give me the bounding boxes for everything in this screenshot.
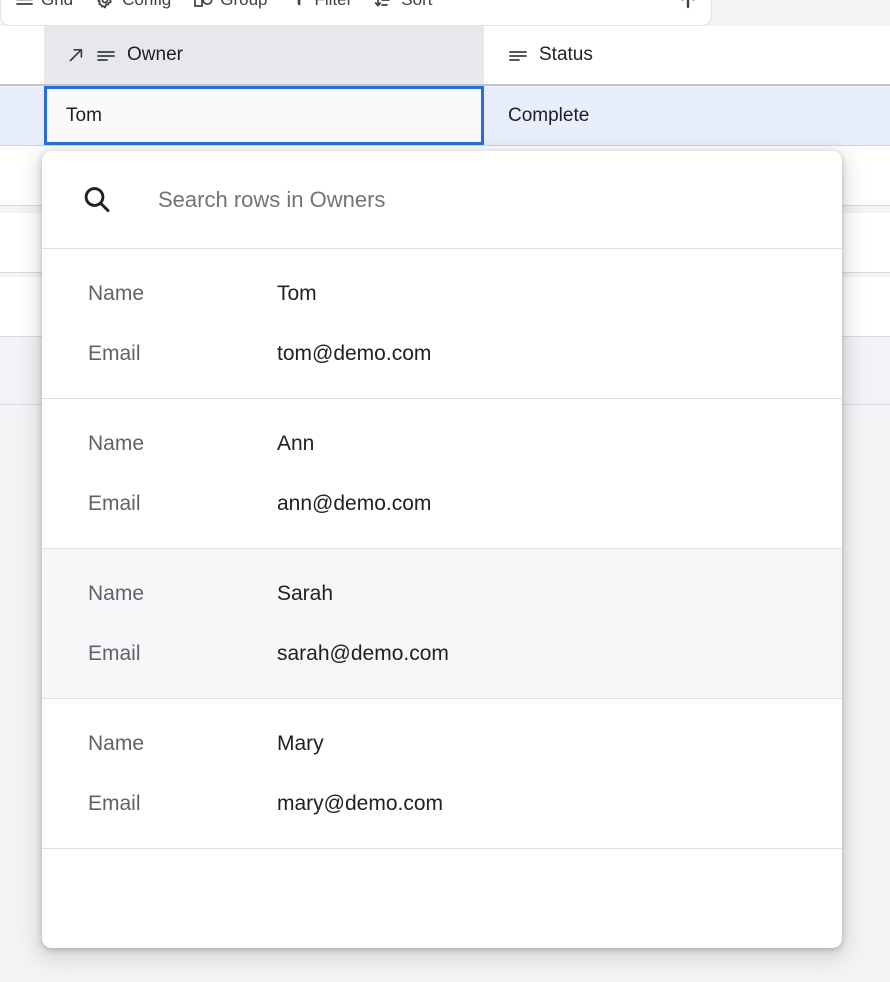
toolbar-button-filter[interactable]: Filter (290, 0, 353, 10)
panel-footer (42, 849, 842, 947)
text-lines-icon (96, 47, 117, 63)
field-label-name: Name (88, 432, 277, 456)
pin-up-arrow-icon (679, 0, 697, 10)
field-value-email: ann@demo.com (277, 492, 431, 516)
row-gutter[interactable] (0, 341, 43, 404)
toolbar-button-group[interactable]: Group (193, 0, 267, 10)
field-label-name: Name (88, 582, 277, 606)
record-field-name: Name Mary (88, 714, 842, 774)
cell-status[interactable]: Complete (486, 86, 890, 145)
text-lines-icon (508, 47, 529, 63)
toolbar-button-config[interactable]: Config (95, 0, 171, 10)
group-icon (193, 0, 213, 9)
field-value-email: tom@demo.com (277, 342, 431, 366)
gear-icon (95, 0, 115, 10)
table-row[interactable]: Complete Tom (0, 86, 890, 146)
toolbar-button-sort[interactable]: Sort (374, 0, 432, 10)
selected-cell-value: Tom (66, 89, 102, 142)
list-item[interactable]: Name Mary Email mary@demo.com (42, 699, 842, 849)
grid-header-row: Owner Status (0, 26, 890, 86)
record-field-name: Name Tom (88, 264, 842, 324)
column-header-owner[interactable]: Owner (44, 26, 484, 84)
column-header-status-label: Status (539, 44, 593, 66)
toolbar-button-pin[interactable] (679, 0, 697, 10)
search-row (42, 151, 842, 249)
search-icon (78, 181, 116, 219)
toolbar-label-grid: Grid (41, 0, 73, 10)
row-gutter[interactable] (0, 277, 43, 336)
header-row-gutter (0, 26, 43, 84)
toolbar-button-grid[interactable]: Grid (15, 0, 73, 10)
field-value-name: Tom (277, 282, 317, 306)
field-value-name: Mary (277, 732, 324, 756)
row-gutter[interactable] (0, 146, 43, 205)
toolbar-label-sort: Sort (401, 0, 432, 10)
sort-icon (374, 0, 394, 9)
record-field-email: Email tom@demo.com (88, 324, 842, 384)
list-item[interactable]: Name Sarah Email sarah@demo.com (42, 549, 842, 699)
view-toolbar: Grid Config Group Filter (0, 0, 712, 26)
column-header-owner-label: Owner (127, 44, 183, 66)
field-label-name: Name (88, 282, 277, 306)
field-label-email: Email (88, 342, 277, 366)
search-input[interactable] (158, 187, 842, 213)
field-value-email: sarah@demo.com (277, 642, 449, 666)
row-gutter[interactable] (0, 86, 43, 145)
row-gutter[interactable] (0, 213, 43, 272)
selected-cell-owner[interactable]: Tom (44, 86, 484, 145)
field-value-name: Ann (277, 432, 314, 456)
list-item[interactable]: Name Tom Email tom@demo.com (42, 249, 842, 399)
filter-icon (290, 0, 308, 9)
grid-lines-icon (15, 0, 34, 9)
field-label-email: Email (88, 642, 277, 666)
record-field-name: Name Sarah (88, 564, 842, 624)
field-value-name: Sarah (277, 582, 333, 606)
list-item[interactable]: Name Ann Email ann@demo.com (42, 399, 842, 549)
toolbar-label-group: Group (220, 0, 267, 10)
field-label-name: Name (88, 732, 277, 756)
toolbar-label-config: Config (122, 0, 171, 10)
record-field-email: Email ann@demo.com (88, 474, 842, 534)
field-label-email: Email (88, 492, 277, 516)
field-label-email: Email (88, 792, 277, 816)
toolbar-label-filter: Filter (315, 0, 353, 10)
record-field-email: Email mary@demo.com (88, 774, 842, 834)
field-value-email: mary@demo.com (277, 792, 443, 816)
record-field-email: Email sarah@demo.com (88, 624, 842, 684)
app-root: Grid Config Group Filter (0, 0, 890, 982)
record-field-name: Name Ann (88, 414, 842, 474)
link-arrow-icon (66, 45, 86, 65)
column-header-status[interactable]: Status (486, 26, 890, 84)
record-picker-panel: Name Tom Email tom@demo.com Name Ann Ema… (42, 151, 842, 948)
